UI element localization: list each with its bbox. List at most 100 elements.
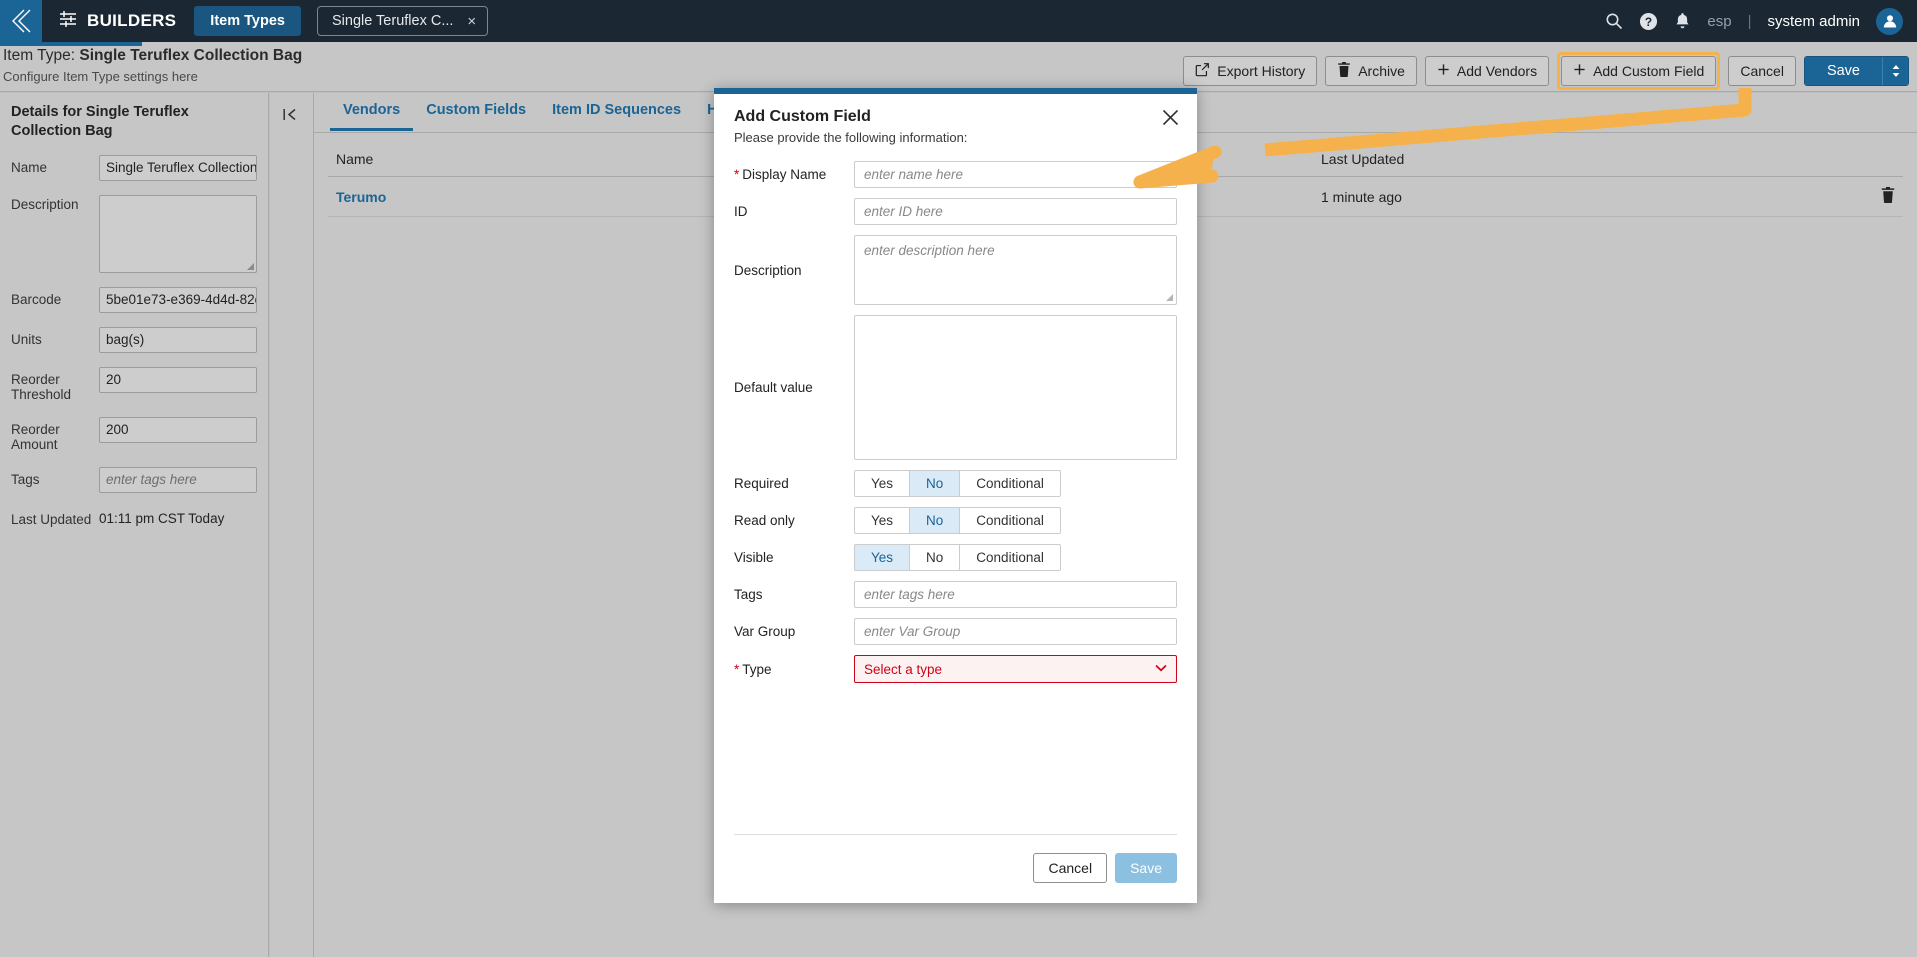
details-input-reorder-threshold[interactable]: 20 bbox=[99, 366, 257, 393]
description-textarea[interactable]: enter description here bbox=[854, 235, 1177, 305]
var-group-input[interactable]: enter Var Group bbox=[854, 618, 1177, 645]
close-icon[interactable]: × bbox=[467, 14, 476, 29]
column-header-last-updated[interactable]: Last Updated bbox=[1313, 142, 1833, 177]
modal-row-default-value: Default value bbox=[734, 315, 1177, 460]
details-label-last-updated: Last Updated bbox=[11, 511, 92, 527]
visible-option-yes[interactable]: Yes bbox=[854, 544, 911, 571]
brand: BUILDERS bbox=[58, 9, 176, 34]
details-label-barcode: Barcode bbox=[11, 291, 62, 307]
modal-label-default-value: Default value bbox=[734, 380, 813, 395]
modal-row-type: * Type Select a type bbox=[734, 655, 1177, 683]
tab-item-id-sequences[interactable]: Item ID Sequences bbox=[539, 93, 694, 131]
read-only-option-yes[interactable]: Yes bbox=[854, 507, 911, 534]
close-icon[interactable] bbox=[1161, 108, 1180, 131]
archive-button[interactable]: Archive bbox=[1325, 56, 1417, 86]
details-label-tags: Tags bbox=[11, 471, 40, 487]
details-panel: Details for Single Teruflex Collection B… bbox=[0, 93, 269, 957]
back-chevron-icon[interactable] bbox=[0, 0, 42, 42]
modal-row-tags: Tags enter tags here bbox=[734, 581, 1177, 608]
export-history-label: Export History bbox=[1217, 63, 1306, 79]
modal-row-read-only: Read only Yes No Conditional bbox=[734, 507, 1177, 534]
details-row-description: Description bbox=[11, 194, 257, 273]
modal-label-id: ID bbox=[734, 204, 748, 219]
modal-label-var-group: Var Group bbox=[734, 624, 796, 639]
details-label-reorder-threshold: Reorder Threshold bbox=[11, 371, 72, 403]
details-input-barcode[interactable]: 5be01e73-e369-4d4d-82cb-b bbox=[99, 286, 257, 313]
archive-label: Archive bbox=[1358, 63, 1405, 79]
collapse-panel-icon[interactable] bbox=[276, 101, 304, 127]
save-split-button: Save bbox=[1803, 56, 1909, 86]
modal-row-display-name: * Display Name enter name here bbox=[734, 161, 1177, 188]
export-history-button[interactable]: Export History bbox=[1183, 56, 1318, 86]
page-subtitle: Configure Item Type settings here bbox=[3, 69, 198, 84]
bell-icon[interactable] bbox=[1674, 12, 1691, 30]
top-nav-right-cluster: ? esp | system admin bbox=[1605, 7, 1917, 35]
save-button[interactable]: Save bbox=[1804, 57, 1882, 85]
display-name-input[interactable]: enter name here bbox=[854, 161, 1177, 188]
search-icon[interactable] bbox=[1605, 12, 1623, 30]
details-label-description: Description bbox=[11, 196, 79, 212]
modal-title: Add Custom Field bbox=[734, 108, 871, 125]
modal-row-visible: Visible Yes No Conditional bbox=[734, 544, 1177, 571]
open-tab-single-teruflex[interactable]: Single Teruflex C... × bbox=[316, 6, 489, 36]
details-row-barcode: Barcode 5be01e73-e369-4d4d-82cb-b bbox=[11, 286, 257, 313]
id-input[interactable]: enter ID here bbox=[854, 198, 1177, 225]
modal-cancel-button[interactable]: Cancel bbox=[1033, 853, 1108, 883]
read-only-option-no[interactable]: No bbox=[909, 507, 961, 534]
plus-icon bbox=[1573, 63, 1586, 79]
default-value-textarea[interactable] bbox=[854, 315, 1177, 460]
add-vendors-label: Add Vendors bbox=[1456, 63, 1538, 79]
details-label-units: Units bbox=[11, 331, 42, 347]
details-input-name[interactable]: Single Teruflex Collection Ba bbox=[99, 154, 257, 181]
nav-item-types-button[interactable]: Item Types bbox=[194, 6, 301, 36]
modal-label-visible: Visible bbox=[734, 550, 774, 565]
modal-footer: Cancel Save bbox=[734, 834, 1177, 883]
tab-custom-fields[interactable]: Custom Fields bbox=[413, 93, 539, 131]
page-title-prefix: Item Type: bbox=[3, 47, 80, 64]
add-custom-field-button[interactable]: Add Custom Field bbox=[1561, 56, 1717, 86]
chevron-down-icon bbox=[1155, 663, 1167, 675]
modal-label-type: * Type bbox=[734, 662, 854, 677]
required-asterisk: * bbox=[734, 661, 740, 677]
details-input-units[interactable]: bag(s) bbox=[99, 326, 257, 353]
cancel-button[interactable]: Cancel bbox=[1728, 56, 1796, 86]
tab-vendors[interactable]: Vendors bbox=[330, 93, 414, 131]
tags-input[interactable]: enter tags here bbox=[854, 581, 1177, 608]
type-select[interactable]: Select a type bbox=[854, 655, 1177, 683]
page-header: Item Type: Single Teruflex Collection Ba… bbox=[0, 42, 1917, 92]
nav-separator: | bbox=[1747, 12, 1752, 30]
column-header-actions bbox=[1833, 142, 1903, 177]
modal-save-button[interactable]: Save bbox=[1115, 853, 1177, 883]
details-row-tags: Tags enter tags here bbox=[11, 466, 257, 493]
save-options-caret-icon[interactable] bbox=[1882, 57, 1908, 85]
user-avatar-icon[interactable] bbox=[1876, 7, 1903, 35]
user-name-label[interactable]: system admin bbox=[1767, 13, 1860, 30]
modal-row-description: Description enter description here bbox=[734, 235, 1177, 305]
modal-label-type-text: Type bbox=[742, 661, 772, 677]
details-input-tags[interactable]: enter tags here bbox=[99, 466, 257, 493]
modal-body: * Display Name enter name here ID enter I… bbox=[714, 153, 1197, 683]
visible-toggle-group: Yes No Conditional bbox=[854, 544, 1061, 571]
read-only-option-conditional[interactable]: Conditional bbox=[959, 507, 1061, 534]
type-select-value: Select a type bbox=[864, 661, 943, 677]
plus-icon bbox=[1437, 63, 1450, 79]
required-option-yes[interactable]: Yes bbox=[854, 470, 911, 497]
required-option-conditional[interactable]: Conditional bbox=[959, 470, 1061, 497]
trash-icon bbox=[1337, 62, 1351, 80]
visible-option-no[interactable]: No bbox=[909, 544, 961, 571]
details-input-reorder-amount[interactable]: 200 bbox=[99, 416, 257, 443]
details-textarea-description[interactable] bbox=[99, 194, 257, 273]
svg-text:?: ? bbox=[1645, 14, 1652, 28]
modal-label-display-name: * Display Name bbox=[734, 167, 854, 182]
help-circle-icon[interactable]: ? bbox=[1639, 12, 1658, 31]
language-selector[interactable]: esp bbox=[1707, 13, 1731, 30]
visible-option-conditional[interactable]: Conditional bbox=[959, 544, 1061, 571]
modal-header: Add Custom Field Please provide the foll… bbox=[714, 94, 1197, 153]
trash-icon[interactable] bbox=[1881, 187, 1895, 206]
page-title: Item Type: Single Teruflex Collection Ba… bbox=[3, 47, 302, 65]
add-vendors-button[interactable]: Add Vendors bbox=[1424, 56, 1550, 86]
details-panel-title: Details for Single Teruflex Collection B… bbox=[11, 104, 189, 139]
required-option-no[interactable]: No bbox=[909, 470, 961, 497]
accent-bar bbox=[0, 42, 142, 46]
page-toolbar: Export History Archive Add Vendors Add C… bbox=[1183, 52, 1909, 90]
